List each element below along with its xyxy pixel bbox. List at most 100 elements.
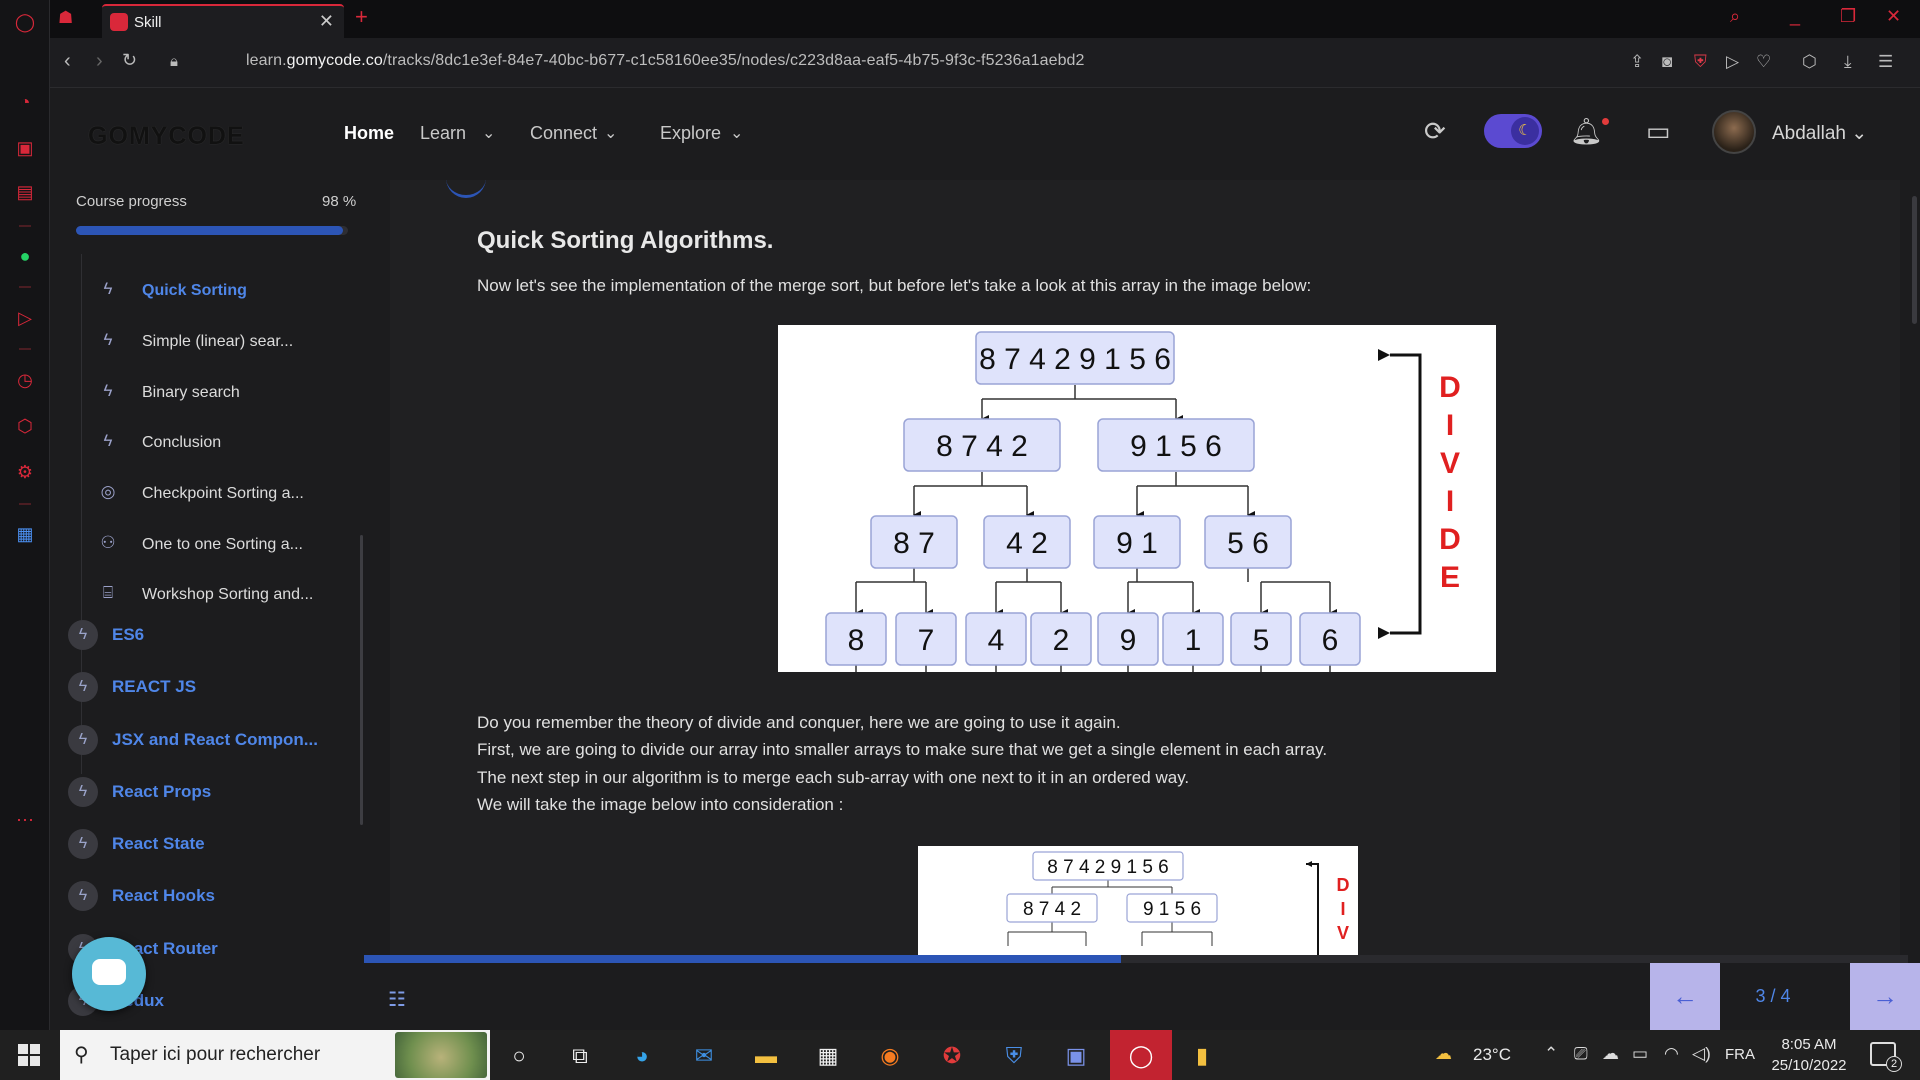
notification-center-icon[interactable]: 2 xyxy=(1870,1042,1902,1072)
level3-label: 6 xyxy=(1322,624,1339,657)
module-jsx[interactable]: ϟ JSX and React Compon... xyxy=(68,725,358,761)
chevron-down-icon[interactable]: ⌄ xyxy=(730,123,743,143)
close-window-icon[interactable]: ✕ xyxy=(1886,6,1901,27)
weather-icon[interactable]: ☁ xyxy=(1435,1044,1452,1064)
dark-mode-toggle[interactable]: ☾ xyxy=(1484,114,1542,148)
prev-page-button[interactable]: ← xyxy=(1650,963,1720,1030)
chevron-down-icon[interactable]: ⌄ xyxy=(604,123,617,143)
lesson-item-checkpoint[interactable]: ◎ Checkpoint Sorting a... xyxy=(96,476,356,512)
tray-chevron-icon[interactable]: ⌃ xyxy=(1544,1044,1558,1064)
search-icon: ⚲ xyxy=(74,1044,89,1066)
mail-icon[interactable]: ✉ xyxy=(690,1042,718,1070)
page-scrollbar[interactable] xyxy=(1912,196,1917,324)
lesson-pager-bar: ☷ ← 3 / 4 → xyxy=(364,963,1920,1030)
settings-gear-icon[interactable]: ⚙ xyxy=(13,460,37,484)
bolt-icon: ϟ xyxy=(68,777,98,807)
nav-learn[interactable]: Learn xyxy=(420,123,466,144)
taskbar-search-field[interactable]: ⚲ Taper ici pour rechercher xyxy=(60,1030,490,1080)
folder-icon[interactable]: ▮ xyxy=(1188,1042,1216,1070)
extensions-icon[interactable]: ⬡ xyxy=(1802,52,1817,72)
gomycode-logo[interactable]: GOMYCODE xyxy=(88,122,245,151)
task-view-icon[interactable]: ⧉ xyxy=(566,1042,594,1070)
remote-app-icon[interactable]: ▣ xyxy=(1062,1042,1090,1070)
workspace-icon[interactable]: ▣ xyxy=(13,136,37,160)
fig2-label: 9 1 5 6 xyxy=(1143,899,1201,920)
opera-taskbar-button[interactable]: ◯ xyxy=(1110,1030,1172,1080)
onedrive-icon[interactable]: ☁ xyxy=(1602,1044,1619,1064)
download-icon[interactable]: ⤓ xyxy=(1844,52,1852,72)
module-react-state[interactable]: ϟ React State xyxy=(68,829,358,865)
more-options-icon[interactable]: ⋯ xyxy=(13,808,37,832)
opera-sidebar: ◯ ◔ ▣ ▤ ● ▷ ◷ ⬡ ⚙ ▦ ⋯ xyxy=(0,0,50,1030)
translate-extension-icon[interactable]: ▦ xyxy=(13,522,37,546)
camera-icon[interactable]: ◙ xyxy=(1662,52,1672,72)
sidebar-scrollbar[interactable] xyxy=(360,535,363,825)
minimize-icon[interactable]: _ xyxy=(1790,6,1800,27)
nav-explore[interactable]: Explore xyxy=(660,123,721,144)
new-tab-icon[interactable]: + xyxy=(355,4,368,30)
edge-icon[interactable]: ◕ xyxy=(628,1042,656,1070)
heart-icon[interactable]: ♡ xyxy=(1756,52,1771,72)
module-react-hooks[interactable]: ϟ React Hooks xyxy=(68,881,358,917)
module-es6[interactable]: ϟ ES6 xyxy=(68,620,358,656)
support-chat-button[interactable] xyxy=(72,937,146,1011)
player-icon[interactable]: ▷ xyxy=(13,306,37,330)
table-of-contents-icon[interactable]: ☷ xyxy=(388,987,406,1012)
windows-start-icon[interactable] xyxy=(18,1044,40,1066)
lesson-item-one-to-one[interactable]: ⚇ One to one Sorting a... xyxy=(96,527,356,563)
chat-icon[interactable]: ▭ xyxy=(1646,116,1671,147)
nav-connect[interactable]: Connect xyxy=(530,123,597,144)
twitch-icon[interactable]: ▤ xyxy=(13,180,37,204)
tab-close-icon[interactable]: ✕ xyxy=(319,11,334,32)
clock-date[interactable]: 25/10/2022 xyxy=(1766,1057,1852,1074)
url-field[interactable]: learn.gomycode.co/tracks/8dc1e3ef-84e7-4… xyxy=(246,52,1085,70)
module-react-props[interactable]: ϟ React Props xyxy=(68,777,358,813)
nav-home[interactable]: Home xyxy=(344,123,394,144)
paragraph: First, we are going to divide our array … xyxy=(477,740,1328,759)
bell-icon[interactable]: 🔔︎ xyxy=(1570,116,1603,147)
wifi-icon[interactable]: ◠ xyxy=(1664,1044,1679,1064)
lesson-item-quick-sorting[interactable]: ϟ Quick Sorting xyxy=(96,273,356,309)
user-menu[interactable]: Abdallah ⌄ xyxy=(1772,122,1867,145)
firefox-icon[interactable]: ◉ xyxy=(876,1042,904,1070)
restore-icon[interactable]: ❐ xyxy=(1840,6,1856,27)
speed-dial-icon[interactable]: ◔ xyxy=(13,90,37,114)
share-icon[interactable]: ⇪ xyxy=(1630,52,1644,72)
game-launcher-icon[interactable]: ✪ xyxy=(938,1042,966,1070)
next-page-button[interactable]: → xyxy=(1850,963,1920,1030)
language-indicator[interactable]: FRA xyxy=(1725,1046,1755,1063)
tray-device-icon[interactable]: ⎚ xyxy=(1574,1044,1588,1064)
lesson-item-conclusion[interactable]: ϟ Conclusion xyxy=(96,425,356,461)
forward-icon[interactable]: › xyxy=(96,50,103,73)
refresh-icon[interactable]: ⟳ xyxy=(1424,116,1446,147)
easy-setup-icon[interactable]: ☰ xyxy=(1878,52,1893,72)
send-icon[interactable]: ▷ xyxy=(1726,52,1739,72)
clock-time[interactable]: 8:05 AM xyxy=(1770,1036,1848,1053)
avatar[interactable] xyxy=(1712,110,1756,154)
tree-connector xyxy=(856,568,926,583)
history-icon[interactable]: ◷ xyxy=(13,368,37,392)
lesson-item-binary-search[interactable]: ϟ Binary search xyxy=(96,375,356,411)
adblock-shield-icon[interactable]: ⛨ xyxy=(1694,52,1707,72)
opera-logo-icon[interactable]: ◯ xyxy=(13,10,37,34)
site-header: GOMYCODE Home Learn ⌄ Connect ⌄ Explore … xyxy=(50,88,1920,180)
cube-icon[interactable]: ⬡ xyxy=(13,414,37,438)
lesson-item-workshop[interactable]: ⌸ Workshop Sorting and... xyxy=(96,577,356,613)
gamepad-icon[interactable]: ☗ xyxy=(58,8,73,28)
security-shield-icon[interactable]: ⛨ xyxy=(1000,1042,1028,1070)
back-icon[interactable]: ‹ xyxy=(64,50,71,73)
cortana-icon[interactable]: ○ xyxy=(505,1042,533,1070)
module-react-js[interactable]: ϟ REACT JS xyxy=(68,672,358,708)
chevron-down-icon[interactable]: ⌄ xyxy=(482,123,495,143)
store-icon[interactable]: ▦ xyxy=(814,1042,842,1070)
tab-bar: ☗ Skill ✕ + ⌕ _ ❐ ✕ xyxy=(50,0,1920,38)
file-explorer-icon[interactable]: ▬ xyxy=(752,1042,780,1070)
volume-icon[interactable]: ◁) xyxy=(1692,1044,1711,1064)
reload-icon[interactable]: ↻ xyxy=(122,50,137,71)
tab-skill[interactable]: Skill ✕ xyxy=(102,4,344,38)
weather-temperature[interactable]: 23°C xyxy=(1473,1045,1511,1065)
search-tabs-icon[interactable]: ⌕ xyxy=(1730,6,1740,27)
battery-icon[interactable]: ▭ xyxy=(1632,1044,1648,1064)
lesson-item-linear-search[interactable]: ϟ Simple (linear) sear... xyxy=(96,324,356,360)
whatsapp-icon[interactable]: ● xyxy=(13,244,37,268)
